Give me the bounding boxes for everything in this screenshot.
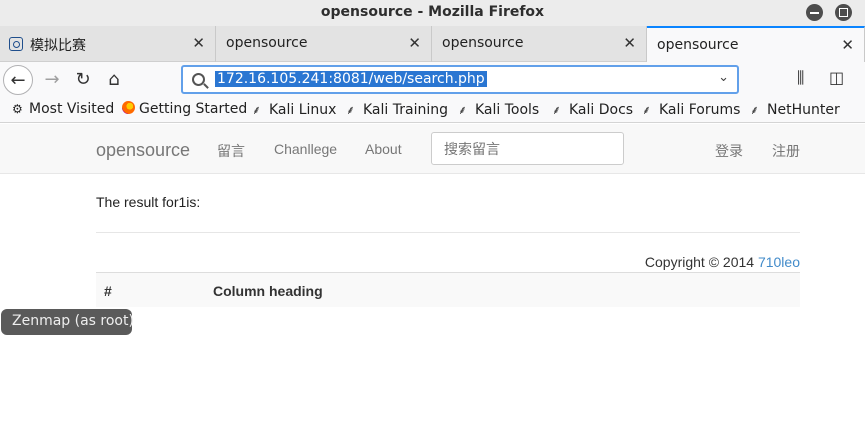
- close-tab-icon[interactable]: ✕: [623, 34, 636, 52]
- library-icon[interactable]: ⫼: [797, 68, 804, 88]
- copyright-link[interactable]: 710leo: [758, 254, 800, 270]
- nav-link-messages[interactable]: 留言: [217, 141, 245, 161]
- site-search-input[interactable]: [431, 132, 624, 165]
- divider: [96, 232, 800, 233]
- tab-label: opensource: [657, 37, 739, 53]
- tab-2[interactable]: opensource ✕: [216, 26, 432, 62]
- sidebar-icon[interactable]: ◫: [829, 68, 844, 87]
- bookmark-label: Most Visited: [29, 101, 115, 117]
- firefox-icon: [122, 101, 135, 114]
- bookmark-kali-forums[interactable]: ⸙ Kali Forums: [642, 101, 740, 118]
- bookmark-most-visited[interactable]: ⚙ Most Visited: [12, 101, 114, 117]
- window-title: opensource - Mozilla Firefox: [320, 4, 545, 20]
- site-favicon-icon: [9, 37, 23, 51]
- kali-icon: ⸙: [458, 103, 468, 117]
- column-header-heading: Column heading: [213, 283, 323, 299]
- kali-icon: ⸙: [346, 103, 356, 117]
- minimize-icon[interactable]: [806, 4, 823, 21]
- search-result-text: The result for1is:: [96, 194, 201, 210]
- window-titlebar: opensource - Mozilla Firefox: [0, 0, 865, 26]
- kali-icon: ⸙: [252, 103, 262, 117]
- close-tab-icon[interactable]: ✕: [841, 36, 854, 54]
- bookmark-kali-docs[interactable]: ⸙ Kali Docs: [552, 101, 633, 118]
- bookmark-kali-tools[interactable]: ⸙ Kali Tools: [458, 101, 539, 118]
- bookmark-kali-linux[interactable]: ⸙ Kali Linux: [252, 101, 336, 118]
- kali-icon: ⸙: [552, 103, 562, 117]
- nav-link-about[interactable]: About: [365, 141, 402, 157]
- bookmark-getting-started[interactable]: Getting Started: [122, 101, 247, 117]
- bookmark-label: Kali Tools: [475, 102, 540, 118]
- kali-icon: ⸙: [750, 103, 760, 117]
- nav-link-challenge[interactable]: Chanllege: [274, 141, 337, 157]
- url-bar[interactable]: 172.16.105.241:8081/web/search.php ⌄: [181, 65, 739, 94]
- site-navbar: opensource 留言 Chanllege About 登录 注册: [0, 124, 865, 174]
- site-brand[interactable]: opensource: [96, 140, 190, 161]
- close-tab-icon[interactable]: ✕: [192, 34, 205, 52]
- forward-arrow-icon[interactable]: →: [37, 65, 67, 95]
- copyright-text: Copyright © 2014: [644, 254, 755, 270]
- login-link[interactable]: 登录: [715, 141, 743, 161]
- reload-icon[interactable]: ↻: [68, 65, 98, 95]
- tab-4-active[interactable]: opensource ✕: [647, 26, 865, 62]
- bookmark-label: NetHunter: [767, 102, 840, 118]
- tab-1[interactable]: 模拟比赛 ✕: [0, 26, 216, 62]
- maximize-icon[interactable]: [835, 4, 852, 21]
- column-header-number: #: [104, 283, 112, 299]
- bookmark-label: Kali Docs: [569, 102, 634, 118]
- close-tab-icon[interactable]: ✕: [408, 34, 421, 52]
- home-icon[interactable]: ⌂: [99, 65, 129, 95]
- search-icon: [192, 73, 205, 86]
- nav-toolbar: ← → ↻ ⌂ 172.16.105.241:8081/web/search.p…: [0, 62, 865, 98]
- copyright-footer: Copyright © 2014 710leo: [645, 254, 800, 270]
- gear-icon: ⚙: [12, 102, 23, 116]
- bookmark-nethunter[interactable]: ⸙ NetHunter: [750, 101, 840, 118]
- tab-label: 模拟比赛: [30, 38, 86, 54]
- bookmark-label: Kali Training: [363, 102, 448, 118]
- tab-label: opensource: [442, 35, 524, 51]
- register-link[interactable]: 注册: [772, 141, 800, 161]
- zenmap-tooltip: Zenmap (as root): [1, 309, 134, 335]
- back-arrow-icon[interactable]: ←: [3, 65, 33, 95]
- kali-icon: ⸙: [642, 103, 652, 117]
- bookmark-kali-training[interactable]: ⸙ Kali Training: [346, 101, 448, 118]
- results-table-header: # Column heading: [96, 272, 800, 307]
- tab-strip: 模拟比赛 ✕ opensource ✕ opensource ✕ opensou…: [0, 26, 865, 62]
- bookmarks-toolbar: ⚙ Most Visited Getting Started ⸙ Kali Linu…: [0, 98, 865, 123]
- url-text[interactable]: 172.16.105.241:8081/web/search.php: [215, 71, 487, 87]
- tab-label: opensource: [226, 35, 308, 51]
- bookmark-label: Kali Forums: [659, 102, 741, 118]
- bookmark-label: Kali Linux: [269, 102, 337, 118]
- tab-3[interactable]: opensource ✕: [432, 26, 647, 62]
- chevron-down-icon[interactable]: ⌄: [718, 70, 729, 85]
- bookmark-label: Getting Started: [139, 101, 248, 117]
